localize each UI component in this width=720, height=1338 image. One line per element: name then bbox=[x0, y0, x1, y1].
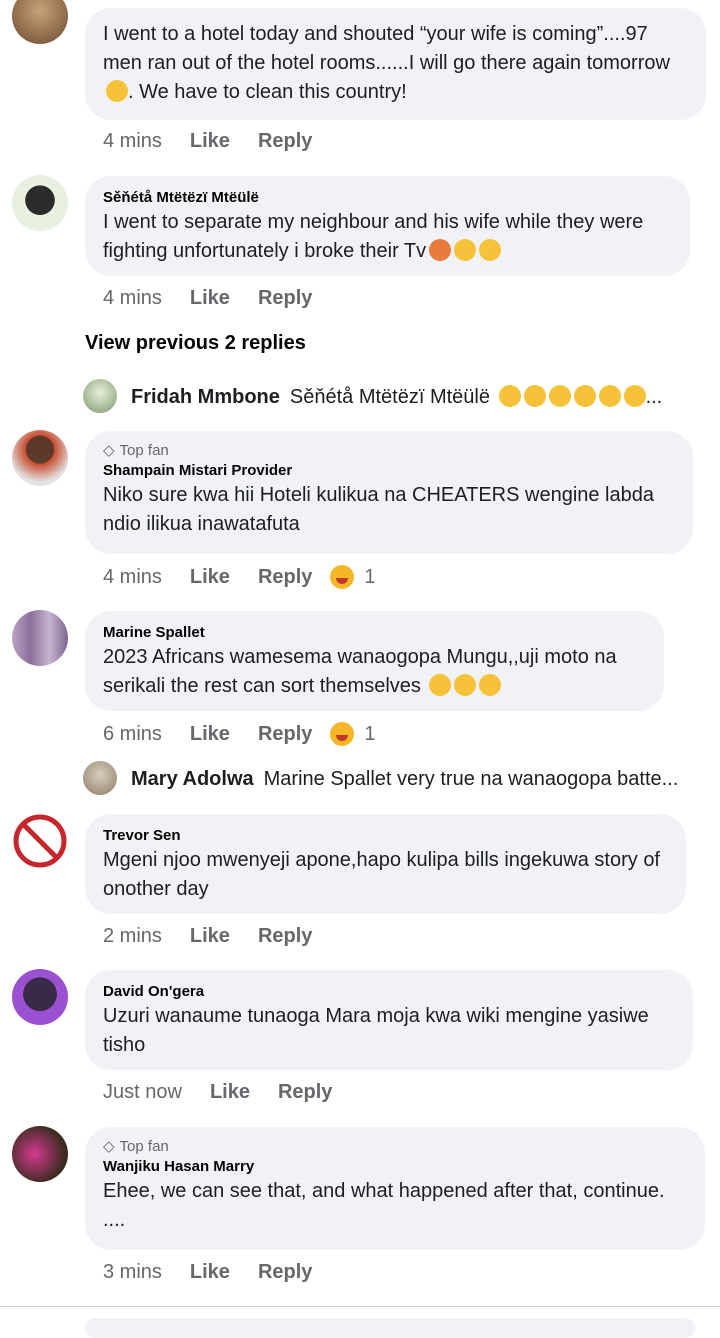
reply-author: Fridah Mmbone bbox=[131, 386, 280, 408]
comment-bubble: ◇ Top fan Shampain Mistari Provider Niko … bbox=[85, 431, 693, 554]
reaction-summary[interactable]: 1 bbox=[330, 722, 376, 746]
timestamp: 2 mins bbox=[103, 925, 162, 947]
crying-emoji-icon bbox=[479, 239, 502, 261]
like-button[interactable]: Like bbox=[190, 925, 230, 948]
comment-author[interactable]: Shampain Mistari Provider bbox=[103, 461, 675, 481]
comment-actions: 3 mins Like Reply bbox=[103, 1261, 312, 1284]
avatar[interactable] bbox=[12, 610, 68, 666]
reply-button[interactable]: Reply bbox=[258, 723, 312, 746]
comment-text: Uzuri wanaume tunaoga Mara moja kwa wiki… bbox=[103, 1005, 649, 1056]
reply-text: Sěňétå Mtëtëzï Mtëülë bbox=[289, 386, 490, 408]
top-fan-badge: ◇ Top fan bbox=[103, 442, 169, 459]
timestamp: 4 mins bbox=[103, 565, 162, 588]
comment-text: Niko sure kwa hii Hoteli kulikua na CHEA… bbox=[103, 484, 654, 535]
pensive-emoji-icon bbox=[429, 674, 452, 696]
timestamp: 4 mins bbox=[103, 130, 162, 152]
grimace-emoji-icon bbox=[454, 239, 477, 261]
comment-author[interactable]: Marine Spallet bbox=[103, 623, 646, 643]
view-previous-replies-link[interactable]: View previous 2 replies bbox=[85, 332, 306, 355]
comment-text: I went to a hotel today and shouted “you… bbox=[103, 23, 670, 74]
crying-emoji-icon bbox=[598, 385, 621, 407]
comment-author[interactable]: David On'gera bbox=[103, 982, 675, 1002]
comment-author[interactable]: Trevor Sen bbox=[103, 826, 668, 846]
top-fan-badge: ◇ Top fan bbox=[103, 1138, 169, 1155]
pensive-emoji-icon bbox=[479, 674, 502, 696]
thinking-emoji-icon bbox=[106, 80, 128, 102]
like-button[interactable]: Like bbox=[190, 287, 230, 310]
avatar[interactable] bbox=[12, 1126, 68, 1182]
comment-bubble: Sěňétå Mtëtëzï Mtëülë I went to separate… bbox=[85, 176, 690, 276]
reaction-summary[interactable]: 1 bbox=[330, 565, 376, 589]
like-button[interactable]: Like bbox=[190, 723, 230, 746]
timestamp: 4 mins bbox=[103, 287, 162, 309]
haha-reaction-icon bbox=[330, 565, 355, 589]
divider bbox=[0, 1306, 720, 1307]
prohibited-icon bbox=[13, 814, 67, 868]
haha-reaction-icon bbox=[330, 722, 355, 746]
avatar[interactable] bbox=[12, 430, 68, 486]
reaction-count: 1 bbox=[364, 722, 376, 745]
comment-bubble-partial bbox=[85, 1318, 695, 1338]
comment-text-continued: . We have to clean this country! bbox=[128, 81, 407, 103]
diamond-icon: ◇ bbox=[103, 1138, 115, 1155]
comment-actions: 4 mins Like Reply 1 bbox=[103, 565, 376, 589]
timestamp: Just now bbox=[103, 1081, 182, 1103]
avatar[interactable] bbox=[12, 0, 68, 44]
reaction-count: 1 bbox=[364, 565, 376, 588]
comment-author[interactable]: Wanjiku Hasan Marry bbox=[103, 1157, 687, 1177]
comment-bubble: I went to a hotel today and shouted “you… bbox=[85, 8, 706, 120]
crying-emoji-icon bbox=[523, 385, 546, 407]
comment-actions: 4 mins Like Reply bbox=[103, 130, 312, 153]
reply-button[interactable]: Reply bbox=[258, 925, 312, 948]
diamond-icon: ◇ bbox=[103, 442, 115, 459]
crying-emoji-icon bbox=[548, 385, 571, 407]
reply-text: Marine Spallet very true na wanaogopa ba… bbox=[263, 768, 679, 790]
reply-button[interactable]: Reply bbox=[278, 1081, 332, 1104]
pensive-emoji-icon bbox=[454, 674, 477, 696]
crying-emoji-icon bbox=[623, 385, 646, 407]
avatar[interactable] bbox=[83, 379, 117, 413]
reply-author: Mary Adolwa bbox=[131, 768, 254, 790]
comment-text: Ehee, we can see that, and what happened… bbox=[103, 1180, 665, 1231]
timestamp: 6 mins bbox=[103, 722, 162, 745]
timestamp: 3 mins bbox=[103, 1261, 162, 1283]
reply-preview[interactable]: Mary Adolwa Marine Spallet very true na w… bbox=[131, 768, 706, 791]
comment-bubble: ◇ Top fan Wanjiku Hasan Marry Ehee, we ca… bbox=[85, 1127, 705, 1250]
comment-text: 2023 Africans wamesema wanaogopa Mungu,,… bbox=[103, 646, 617, 697]
like-button[interactable]: Like bbox=[190, 1261, 230, 1284]
like-button[interactable]: Like bbox=[190, 566, 230, 589]
comment-actions: 4 mins Like Reply bbox=[103, 287, 312, 310]
reply-button[interactable]: Reply bbox=[258, 287, 312, 310]
comment-actions: 2 mins Like Reply bbox=[103, 925, 312, 948]
reply-button[interactable]: Reply bbox=[258, 566, 312, 589]
comment-bubble: David On'gera Uzuri wanaume tunaoga Mara… bbox=[85, 970, 693, 1070]
like-button[interactable]: Like bbox=[190, 130, 230, 153]
comment-bubble: Marine Spallet 2023 Africans wamesema wa… bbox=[85, 611, 664, 711]
avatar[interactable] bbox=[12, 175, 68, 231]
like-button[interactable]: Like bbox=[210, 1081, 250, 1104]
reply-button[interactable]: Reply bbox=[258, 130, 312, 153]
avatar[interactable] bbox=[12, 969, 68, 1025]
comment-actions: 6 mins Like Reply 1 bbox=[103, 722, 376, 746]
woman-emoji-icon bbox=[429, 239, 452, 261]
crying-emoji-icon bbox=[498, 385, 521, 407]
comment-text: I went to separate my neighbour and his … bbox=[103, 211, 644, 262]
avatar[interactable] bbox=[12, 813, 68, 869]
reply-button[interactable]: Reply bbox=[258, 1261, 312, 1284]
comment-actions: Just now Like Reply bbox=[103, 1081, 332, 1104]
reply-preview[interactable]: Fridah Mmbone Sěňétå Mtëtëzï Mtëülë ... bbox=[131, 385, 691, 409]
avatar[interactable] bbox=[83, 761, 117, 795]
comment-author[interactable]: Sěňétå Mtëtëzï Mtëülë bbox=[103, 188, 672, 208]
crying-emoji-icon bbox=[573, 385, 596, 407]
comment-bubble: Trevor Sen Mgeni njoo mwenyeji apone,hap… bbox=[85, 814, 686, 914]
comment-text: Mgeni njoo mwenyeji apone,hapo kulipa bi… bbox=[103, 849, 660, 900]
